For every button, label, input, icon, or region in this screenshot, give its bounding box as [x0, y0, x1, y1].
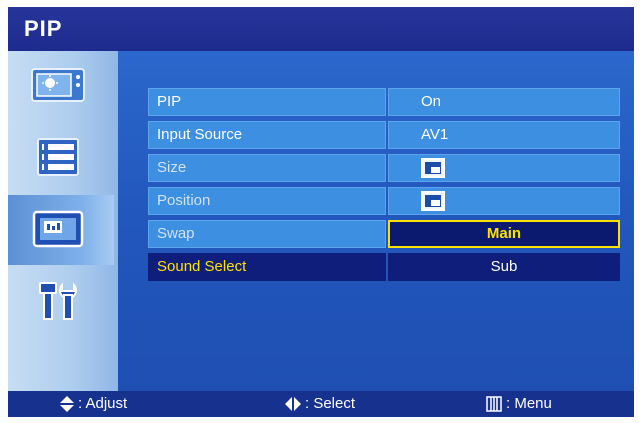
pip-menu-panel: PIP On Input Source AV1 Size Position Sw… [118, 51, 634, 391]
menu-row-value[interactable]: AV1 [388, 121, 620, 149]
select-label: : Select [305, 395, 356, 412]
sidebar-item-list[interactable] [8, 123, 114, 193]
menu-row-value-selected[interactable]: Main [388, 220, 620, 248]
menu-row-value[interactable] [388, 187, 620, 215]
title-bar: PIP [8, 7, 634, 51]
pip-position-icon [421, 191, 445, 211]
page-title: PIP [24, 16, 63, 41]
menu-row-pip[interactable]: PIP On [148, 88, 620, 118]
pip-size-icon [421, 158, 445, 178]
adjust-hint: : Adjust [60, 395, 127, 412]
select-hint: : Select [285, 395, 355, 412]
tools-icon [39, 282, 77, 320]
menu-label: : Menu [506, 395, 552, 412]
menu-row-label: Size [148, 154, 386, 182]
sidebar-item-pip[interactable] [8, 195, 114, 265]
sidebar-item-tools[interactable] [8, 267, 114, 337]
pip-icon [32, 210, 84, 248]
menu-row-label: Position [148, 187, 386, 215]
menu-row-sound-select[interactable]: Sound Select Sub [148, 253, 620, 283]
sidebar-item-picture[interactable] [8, 51, 114, 121]
menu-row-value[interactable]: Sub [388, 253, 620, 281]
footer-hints: : Adjust : Select : Menu [8, 391, 634, 417]
picture-icon [31, 68, 85, 102]
left-right-arrow-icon [285, 396, 301, 411]
menu-row-label: Swap [148, 220, 386, 248]
menu-row-input-source[interactable]: Input Source AV1 [148, 121, 620, 151]
list-icon [37, 138, 79, 176]
menu-row-label: PIP [148, 88, 386, 116]
menu-row-value[interactable]: On [388, 88, 620, 116]
menu-row-label: Sound Select [148, 253, 386, 281]
menu-row-value[interactable] [388, 154, 620, 182]
menu-icon [486, 395, 502, 412]
menu-row-label: Input Source [148, 121, 386, 149]
menu-row-position[interactable]: Position [148, 187, 620, 217]
osd-screen: PIP PIP On Input Source AV1 Size Positio… [8, 7, 634, 417]
menu-row-swap[interactable]: Swap Main [148, 220, 620, 250]
up-down-arrow-icon [60, 395, 74, 412]
adjust-label: : Adjust [78, 395, 128, 412]
sidebar [8, 51, 118, 391]
menu-hint: : Menu [486, 395, 552, 412]
menu-row-size[interactable]: Size [148, 154, 620, 184]
